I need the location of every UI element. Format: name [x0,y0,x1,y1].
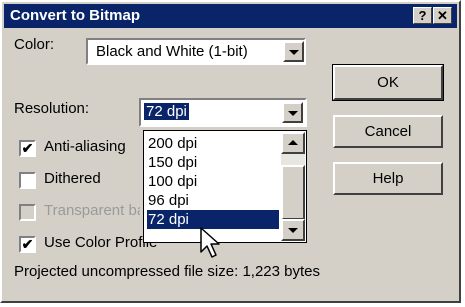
close-icon[interactable]: ✕ [433,7,452,24]
cancel-button[interactable]: Cancel [333,115,443,148]
scroll-thumb[interactable] [281,165,305,220]
color-select-value: Black and White (1-bit) [96,43,248,60]
transparent-checkbox[interactable] [19,204,36,221]
color-label: Color: [14,36,55,53]
scroll-up-button[interactable] [281,132,305,154]
ok-button[interactable]: OK [332,64,444,101]
resolution-dropdown-button[interactable] [282,102,303,123]
use-color-profile-label: Use Color Profile [44,234,158,251]
arrow-down-icon [288,228,298,233]
title-bar[interactable]: Convert to Bitmap ? ✕ [4,4,457,28]
scroll-down-button[interactable] [281,219,305,241]
color-select[interactable]: Black and White (1-bit) [86,38,306,65]
anti-alias-checkbox[interactable]: ✔ [19,140,36,157]
mouse-pointer-icon [200,227,220,258]
transparent-label: Transparent background [44,202,140,219]
window-title: Convert to Bitmap [10,7,141,24]
resolution-select[interactable]: 72 dpi [139,98,307,127]
dithered-label: Dithered [44,170,101,187]
chevron-down-icon [288,49,299,55]
help-icon[interactable]: ? [413,7,432,24]
chevron-down-icon [287,110,298,116]
resolution-label: Resolution: [14,100,90,117]
list-scrollbar[interactable] [281,132,305,241]
resolution-option[interactable]: 96 dpi [147,191,279,210]
resolution-option[interactable]: 200 dpi [147,134,279,153]
color-dropdown-button[interactable] [283,41,304,62]
resolution-option[interactable]: 100 dpi [147,172,279,191]
convert-to-bitmap-dialog: Convert to Bitmap ? ✕ Color: Black and W… [0,0,461,303]
resolution-option[interactable]: 150 dpi [147,153,279,172]
file-size-text: Projected uncompressed file size: 1,223 … [14,263,320,280]
use-color-profile-checkbox[interactable]: ✔ [19,236,36,253]
resolution-select-value: 72 dpi [144,103,189,120]
arrow-up-icon [288,140,298,145]
dithered-checkbox[interactable] [19,172,36,189]
help-button[interactable]: Help [333,162,443,195]
anti-alias-label: Anti-aliasing [44,138,126,155]
